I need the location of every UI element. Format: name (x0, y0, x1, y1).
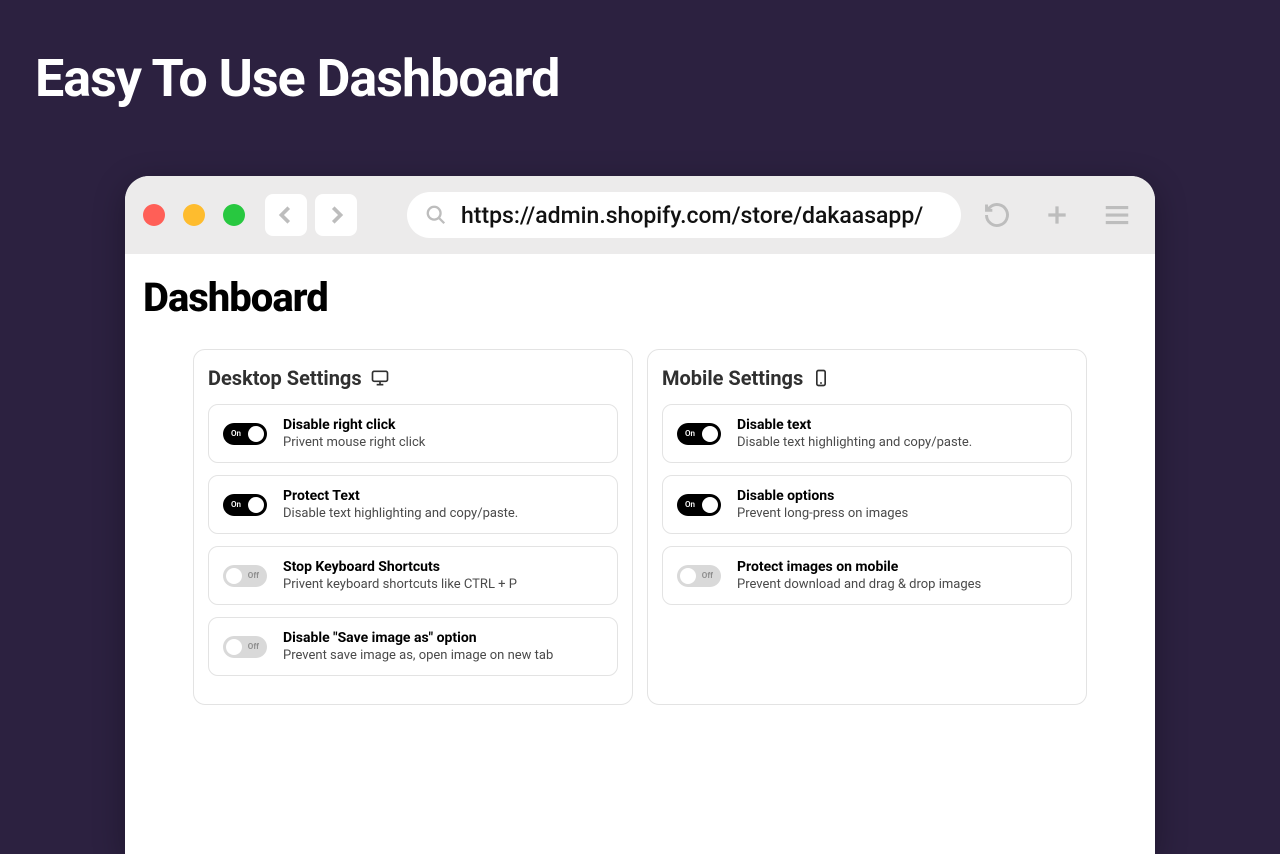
toggle-knob (680, 568, 696, 584)
traffic-lights (143, 204, 245, 226)
setting-text: Disable right click Privent mouse right … (283, 417, 425, 450)
toggle-keyboard-shortcuts[interactable]: Off (223, 565, 267, 587)
toggle-save-image-as[interactable]: Off (223, 636, 267, 658)
menu-button[interactable] (1097, 195, 1137, 235)
toggle-knob (226, 639, 242, 655)
nav-buttons (265, 194, 357, 236)
browser-window: https://admin.shopify.com/store/dakaasap… (125, 176, 1155, 854)
chevron-right-icon (325, 204, 347, 226)
setting-desc: Prevent long-press on images (737, 506, 908, 521)
forward-button[interactable] (315, 194, 357, 236)
setting-text: Stop Keyboard Shortcuts Privent keyboard… (283, 559, 517, 592)
mobile-panel-header: Mobile Settings (662, 366, 1072, 390)
setting-save-image-as: Off Disable "Save image as" option Preve… (208, 617, 618, 676)
setting-text: Disable text Disable text highlighting a… (737, 417, 972, 450)
toggle-knob (702, 497, 718, 513)
toggle-label: Off (248, 571, 259, 580)
mobile-heading: Mobile Settings (662, 366, 803, 390)
toggle-knob (226, 568, 242, 584)
setting-desc: Privent keyboard shortcuts like CTRL + P (283, 577, 517, 592)
setting-title: Stop Keyboard Shortcuts (283, 559, 517, 575)
setting-desc: Privent mouse right click (283, 435, 425, 450)
setting-desc: Prevent save image as, open image on new… (283, 648, 553, 663)
toggle-label: On (231, 500, 241, 509)
setting-title: Disable "Save image as" option (283, 630, 553, 646)
toggle-disable-right-click[interactable]: On (223, 423, 267, 445)
toggle-protect-images-mobile[interactable]: Off (677, 565, 721, 587)
hero-title: Easy To Use Dashboard (35, 48, 559, 109)
minimize-window-icon[interactable] (183, 204, 205, 226)
setting-title: Disable options (737, 488, 908, 504)
setting-title: Disable text (737, 417, 972, 433)
setting-text: Protect images on mobile Prevent downloa… (737, 559, 981, 592)
setting-title: Protect Text (283, 488, 518, 504)
address-bar[interactable]: https://admin.shopify.com/store/dakaasap… (407, 192, 961, 238)
reload-button[interactable] (977, 195, 1017, 235)
setting-text: Protect Text Disable text highlighting a… (283, 488, 518, 521)
toggle-label: On (231, 429, 241, 438)
toggle-label: Off (702, 571, 713, 580)
mobile-settings-panel: Mobile Settings On Disable text Disable … (647, 349, 1087, 705)
setting-title: Disable right click (283, 417, 425, 433)
toggle-disable-options[interactable]: On (677, 494, 721, 516)
desktop-icon (370, 368, 390, 388)
setting-protect-text: On Protect Text Disable text highlightin… (208, 475, 618, 534)
plus-icon (1044, 202, 1070, 228)
close-window-icon[interactable] (143, 204, 165, 226)
setting-keyboard-shortcuts: Off Stop Keyboard Shortcuts Privent keyb… (208, 546, 618, 605)
page-title: Dashboard (143, 274, 1137, 321)
setting-protect-images-mobile: Off Protect images on mobile Prevent dow… (662, 546, 1072, 605)
setting-text: Disable "Save image as" option Prevent s… (283, 630, 553, 663)
setting-disable-options: On Disable options Prevent long-press on… (662, 475, 1072, 534)
desktop-panel-header: Desktop Settings (208, 366, 618, 390)
setting-text: Disable options Prevent long-press on im… (737, 488, 908, 521)
chevron-left-icon (275, 204, 297, 226)
hamburger-icon (1102, 200, 1132, 230)
setting-title: Protect images on mobile (737, 559, 981, 575)
toggle-knob (702, 426, 718, 442)
reload-icon (983, 201, 1011, 229)
setting-disable-text-mobile: On Disable text Disable text highlightin… (662, 404, 1072, 463)
toggle-disable-text-mobile[interactable]: On (677, 423, 721, 445)
toggle-label: On (685, 500, 695, 509)
setting-desc: Disable text highlighting and copy/paste… (283, 506, 518, 521)
url-text: https://admin.shopify.com/store/dakaasap… (461, 202, 923, 229)
setting-disable-right-click: On Disable right click Privent mouse rig… (208, 404, 618, 463)
mobile-icon (811, 368, 831, 388)
toggle-label: On (685, 429, 695, 438)
chrome-actions (977, 195, 1137, 235)
maximize-window-icon[interactable] (223, 204, 245, 226)
settings-panels: Desktop Settings On Disable right click … (143, 349, 1137, 705)
setting-desc: Prevent download and drag & drop images (737, 577, 981, 592)
search-icon (425, 204, 447, 226)
desktop-heading: Desktop Settings (208, 366, 362, 390)
toggle-protect-text[interactable]: On (223, 494, 267, 516)
back-button[interactable] (265, 194, 307, 236)
toggle-label: Off (248, 642, 259, 651)
toggle-knob (248, 497, 264, 513)
toggle-knob (248, 426, 264, 442)
new-tab-button[interactable] (1037, 195, 1077, 235)
page-content: Dashboard Desktop Settings On Disable ri… (125, 254, 1155, 854)
setting-desc: Disable text highlighting and copy/paste… (737, 435, 972, 450)
desktop-settings-panel: Desktop Settings On Disable right click … (193, 349, 633, 705)
browser-chrome: https://admin.shopify.com/store/dakaasap… (125, 176, 1155, 254)
